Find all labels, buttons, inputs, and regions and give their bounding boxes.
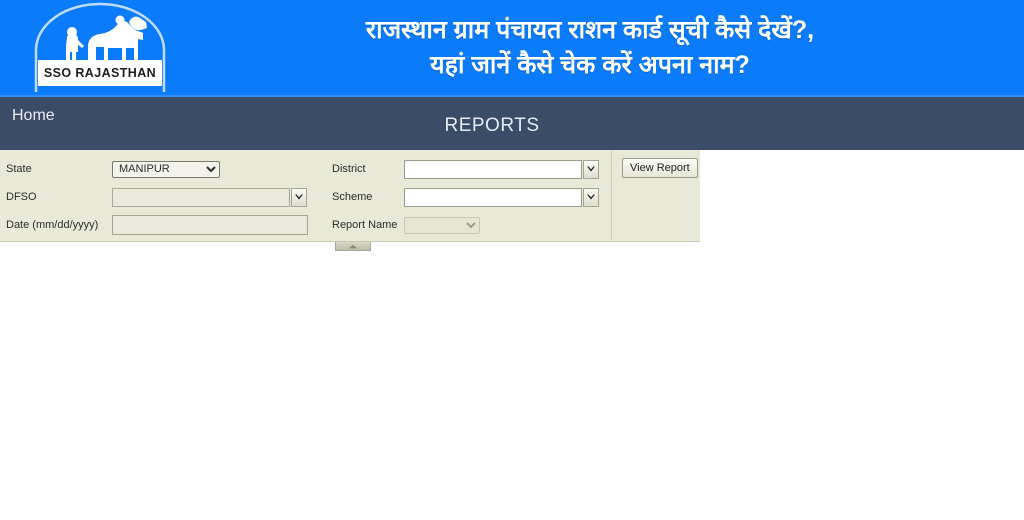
scheme-combo[interactable]: [404, 187, 599, 207]
state-select[interactable]: MANIPUR: [112, 160, 220, 178]
label-state: State: [6, 163, 32, 175]
top-navbar: Home REPORTS: [0, 95, 1024, 150]
sso-rajasthan-logo: SSO RAJASTHAN: [30, 2, 170, 92]
logo-wordmark-text: SSO RAJASTHAN: [43, 66, 157, 80]
page-body-empty-area: [0, 242, 1024, 512]
logo-container: SSO RAJASTHAN: [0, 0, 196, 95]
field-row-scheme: Scheme: [332, 186, 599, 208]
view-report-button[interactable]: View Report: [622, 158, 698, 178]
page-title-reports: REPORTS: [444, 115, 540, 136]
scheme-dropdown-arrow-icon[interactable]: [583, 187, 599, 207]
label-scheme: Scheme: [332, 191, 373, 203]
logo-wordmark: SSO RAJASTHAN: [38, 60, 162, 86]
chevron-up-icon: [349, 244, 357, 248]
field-row-district: District: [332, 158, 599, 180]
dfso-input[interactable]: [112, 187, 290, 207]
label-report-name: Report Name: [332, 219, 398, 231]
site-banner: SSO RAJASTHAN राजस्थान ग्राम पंचायत राशन…: [0, 0, 1024, 95]
banner-title-line-2: यहां जानें कैसे चेक करें अपना नाम?: [430, 50, 750, 79]
date-input[interactable]: [112, 215, 308, 235]
panel-collapse-handle[interactable]: [335, 242, 371, 251]
scheme-input[interactable]: [404, 187, 582, 207]
district-combo[interactable]: [404, 159, 599, 179]
report-parameters-panel: State MANIPUR DFSO Date (mm/dd/yyyy) Dis…: [0, 150, 700, 251]
parameters-left-column: State MANIPUR DFSO Date (mm/dd/yyyy) Dis…: [0, 150, 610, 242]
label-date: Date (mm/dd/yyyy): [6, 219, 99, 231]
parameters-right-column: View Report: [611, 150, 700, 242]
report-name-select[interactable]: [404, 216, 480, 234]
dfso-dropdown-arrow-icon[interactable]: [291, 187, 307, 207]
dfso-combo[interactable]: [112, 187, 307, 207]
field-row-report-name: Report Name: [332, 214, 480, 236]
field-row-dfso: DFSO: [6, 186, 307, 208]
banner-title-line-1: राजस्थान ग्राम पंचायत राशन कार्ड सूची कै…: [365, 15, 815, 44]
label-dfso: DFSO: [6, 191, 37, 203]
field-row-date: Date (mm/dd/yyyy): [6, 214, 308, 236]
field-row-state: State MANIPUR: [6, 158, 220, 180]
district-input[interactable]: [404, 159, 582, 179]
banner-title: राजस्थान ग्राम पंचायत राशन कार्ड सूची कै…: [196, 13, 1024, 83]
label-district: District: [332, 163, 366, 175]
district-dropdown-arrow-icon[interactable]: [583, 159, 599, 179]
